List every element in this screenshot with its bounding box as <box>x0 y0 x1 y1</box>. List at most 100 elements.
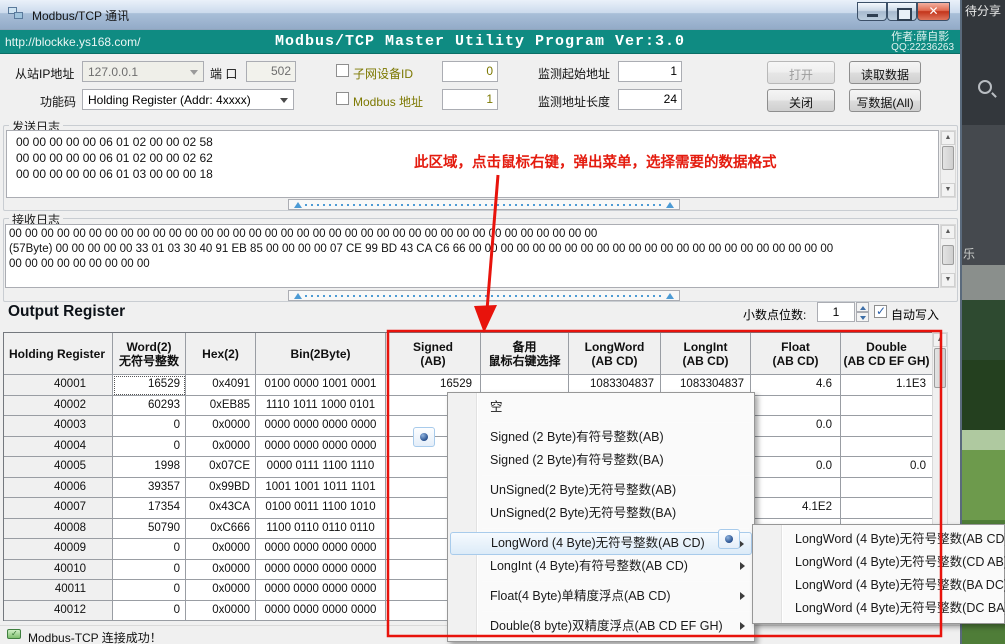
menu-item[interactable]: Double(8 byte)双精度浮点(AB CD EF GH) <box>450 615 752 638</box>
table-cell[interactable]: 0x43CA <box>186 498 256 519</box>
maximize-button[interactable] <box>887 2 917 21</box>
table-cell[interactable]: 0000 0000 0000 0000 <box>256 580 386 601</box>
table-cell[interactable] <box>751 437 841 458</box>
minimize-button[interactable] <box>857 2 887 21</box>
scroll-up-icon[interactable]: ▲ <box>941 131 955 145</box>
send-log-scrollbar[interactable]: ▲ ▼ <box>940 130 956 198</box>
track-left-marker[interactable] <box>294 202 302 208</box>
column-header[interactable]: Word(2)无符号整数 <box>113 333 186 375</box>
table-cell[interactable] <box>841 416 933 437</box>
table-cell[interactable]: 0x0000 <box>186 539 256 560</box>
close-conn-button[interactable]: 关闭 <box>767 89 835 112</box>
subnet-input[interactable]: 0 <box>442 61 498 82</box>
table-cell[interactable]: 0xEB85 <box>186 396 256 417</box>
table-cell[interactable]: 0x0000 <box>186 601 256 622</box>
table-cell[interactable]: 0 <box>113 601 186 622</box>
menu-item[interactable]: LongInt (4 Byte)有符号整数(AB CD) <box>450 555 752 578</box>
scroll-up-icon[interactable]: ▲ <box>933 333 947 347</box>
scrollbar-thumb[interactable] <box>934 348 946 388</box>
row-label[interactable]: 40001 <box>4 375 113 396</box>
menu-item[interactable]: Signed (2 Byte)有符号整数(BA) <box>450 449 752 472</box>
table-cell[interactable]: 50790 <box>113 519 186 540</box>
table-cell[interactable]: 0000 0000 0000 0000 <box>256 437 386 458</box>
subnet-checkbox[interactable] <box>336 64 349 77</box>
menu-item[interactable]: Signed (2 Byte)有符号整数(AB) <box>450 426 752 449</box>
table-cell[interactable]: 0x07CE <box>186 457 256 478</box>
table-cell[interactable]: 0100 0000 1001 0001 <box>256 375 386 396</box>
table-cell[interactable] <box>751 478 841 499</box>
table-cell[interactable]: 1.1E3 <box>841 375 933 396</box>
column-header[interactable]: Hex(2) <box>186 333 256 375</box>
table-cell[interactable]: 0xC666 <box>186 519 256 540</box>
table-cell[interactable]: 1998 <box>113 457 186 478</box>
table-cell[interactable] <box>841 478 933 499</box>
row-label[interactable]: 40006 <box>4 478 113 499</box>
row-label[interactable]: 40009 <box>4 539 113 560</box>
receive-log-area[interactable]: 00 00 00 00 00 00 00 00 00 00 00 00 00 0… <box>5 224 939 288</box>
table-cell[interactable]: 0.0 <box>751 416 841 437</box>
modbus-addr-input[interactable]: 1 <box>442 89 498 110</box>
track-right-marker[interactable] <box>666 293 674 299</box>
menu-item[interactable]: 空 <box>450 396 752 419</box>
table-cell[interactable]: 0 <box>113 437 186 458</box>
column-header[interactable]: Float(AB CD) <box>751 333 841 375</box>
column-header[interactable]: Signed(AB) <box>386 333 481 375</box>
table-cell[interactable]: 0 <box>113 560 186 581</box>
addr-length-input[interactable]: 24 <box>618 89 682 110</box>
table-cell[interactable]: 0000 0000 0000 0000 <box>256 560 386 581</box>
menu-item[interactable]: LongWord (4 Byte)无符号整数(DC BA) <box>755 597 1002 620</box>
menu-item[interactable]: UnSigned(2 Byte)无符号整数(AB) <box>450 479 752 502</box>
row-label[interactable]: 40011 <box>4 580 113 601</box>
table-cell[interactable] <box>841 498 933 519</box>
modbus-addr-checkbox[interactable] <box>336 92 349 105</box>
ip-combobox[interactable]: 127.0.0.1 <box>82 61 204 82</box>
row-label[interactable]: 40002 <box>4 396 113 417</box>
write-data-button[interactable]: 写数据(All) <box>849 89 921 112</box>
port-input[interactable]: 502 <box>246 61 296 82</box>
table-cell[interactable]: 0.0 <box>751 457 841 478</box>
menu-item[interactable]: LongWord (4 Byte)无符号整数(AB CD) <box>755 528 1002 551</box>
table-cell[interactable]: 1110 1011 1000 0101 <box>256 396 386 417</box>
table-cell[interactable]: 60293 <box>113 396 186 417</box>
table-cell[interactable]: 0x4091 <box>186 375 256 396</box>
auto-write-checkbox[interactable] <box>874 305 887 318</box>
table-cell[interactable]: 4.1E2 <box>751 498 841 519</box>
table-cell[interactable]: 0000 0111 1100 1110 <box>256 457 386 478</box>
funccode-combobox[interactable]: Holding Register (Addr: 4xxxx) <box>82 89 294 110</box>
read-data-button[interactable]: 读取数据 <box>849 61 921 84</box>
scrollbar-thumb[interactable] <box>942 245 954 265</box>
menu-item[interactable]: LongWord (4 Byte)无符号整数(AB CD) <box>450 532 752 555</box>
scroll-up-icon[interactable]: ▲ <box>941 225 955 239</box>
table-cell[interactable]: 0100 0011 1100 1010 <box>256 498 386 519</box>
menu-item[interactable]: UnSigned(2 Byte)无符号整数(BA) <box>450 502 752 525</box>
column-header[interactable]: LongWord(AB CD) <box>569 333 661 375</box>
receive-log-scrollbar[interactable]: ▲ ▼ <box>940 224 956 288</box>
table-cell[interactable]: 0x0000 <box>186 560 256 581</box>
table-cell[interactable]: 0 <box>113 580 186 601</box>
table-cell[interactable]: 0 <box>113 416 186 437</box>
column-header[interactable]: 备用鼠标右键选择 <box>481 333 569 375</box>
scroll-down-icon[interactable]: ▼ <box>941 183 955 197</box>
track-right-marker[interactable] <box>666 202 674 208</box>
menu-item[interactable]: LongWord (4 Byte)无符号整数(CD AB) <box>755 551 1002 574</box>
table-cell[interactable]: 39357 <box>113 478 186 499</box>
spinner-down-icon[interactable] <box>856 312 869 322</box>
row-label[interactable]: 40007 <box>4 498 113 519</box>
table-cell[interactable] <box>841 396 933 417</box>
column-header[interactable]: Double(AB CD EF GH) <box>841 333 933 375</box>
table-cell[interactable]: 16529 <box>113 375 186 396</box>
table-cell[interactable]: 0 <box>113 539 186 560</box>
send-log-htrack[interactable] <box>288 199 680 210</box>
row-label[interactable]: 40008 <box>4 519 113 540</box>
table-cell[interactable]: 0x99BD <box>186 478 256 499</box>
table-cell[interactable]: 0x0000 <box>186 580 256 601</box>
table-cell[interactable]: 4.6 <box>751 375 841 396</box>
spinner-up-icon[interactable] <box>856 302 869 312</box>
column-header[interactable]: LongInt(AB CD) <box>661 333 751 375</box>
close-button[interactable]: ✕ <box>917 2 950 21</box>
table-cell[interactable]: 0000 0000 0000 0000 <box>256 601 386 622</box>
column-header[interactable]: Bin(2Byte) <box>256 333 386 375</box>
table-cell[interactable] <box>841 437 933 458</box>
track-left-marker[interactable] <box>294 293 302 299</box>
row-label[interactable]: 40012 <box>4 601 113 622</box>
